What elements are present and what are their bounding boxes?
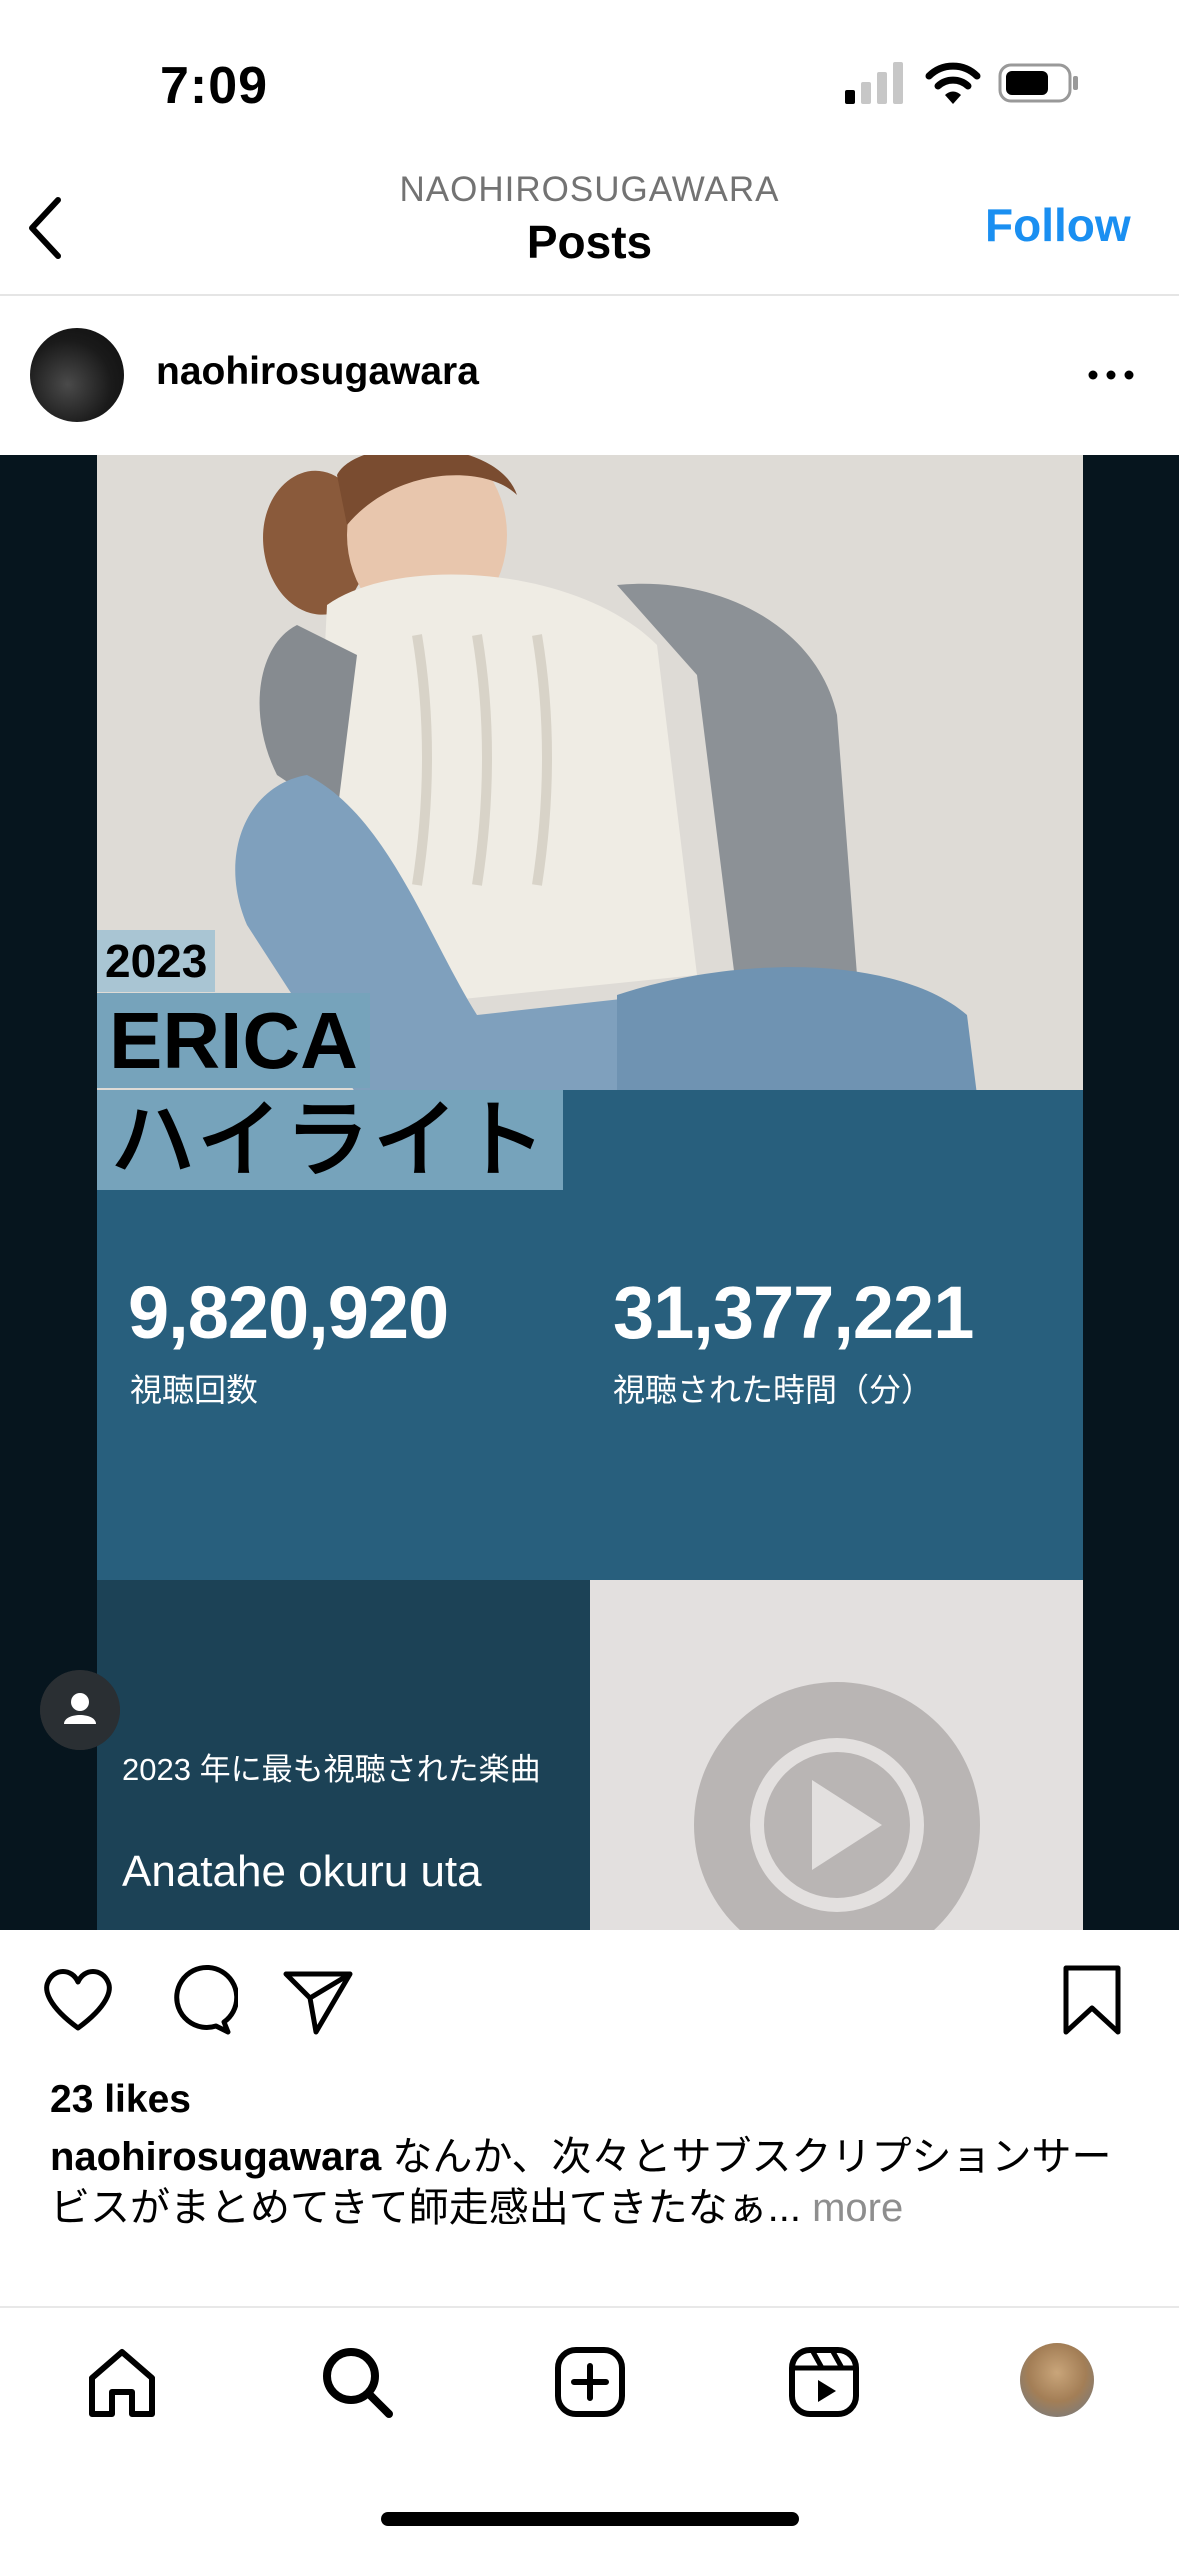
header-divider (0, 294, 1179, 296)
paper-plane-icon[interactable] (278, 1960, 358, 2040)
views-count: 9,820,920 (128, 1271, 449, 1354)
nav-divider (0, 2306, 1179, 2308)
home-icon[interactable] (80, 2340, 164, 2424)
wifi-icon (925, 62, 981, 104)
battery-icon (998, 63, 1078, 103)
caption-more-link[interactable]: more (801, 2186, 903, 2230)
artist-name: ERICA (97, 993, 370, 1088)
profile-avatar[interactable] (1020, 2343, 1094, 2417)
reels-icon[interactable] (782, 2340, 866, 2424)
likes-count[interactable]: 23 likes (50, 2078, 191, 2122)
caption-username[interactable]: naohirosugawara (50, 2135, 381, 2179)
top-song-caption: 2023 年に最も視聴された楽曲 (122, 1752, 541, 1787)
recap-year: 2023 (97, 930, 216, 992)
cellular-signal-icon (845, 62, 903, 104)
views-label: 視聴回数 (130, 1372, 259, 1408)
highlight-title: ハイライト (97, 1090, 564, 1190)
tagged-users-icon[interactable] (40, 1670, 120, 1750)
play-icon (694, 1682, 980, 1930)
more-horizontal-icon[interactable] (1085, 355, 1137, 395)
post-author-avatar[interactable] (30, 328, 124, 422)
post-caption: naohirosugawara なんか、次々とサブスクリプションサービスがまとめ… (50, 2132, 1150, 2234)
post-author-username[interactable]: naohirosugawara (156, 350, 479, 394)
status-time: 7:09 (160, 57, 269, 115)
plus-square-icon[interactable] (548, 2340, 632, 2424)
watch-minutes-label: 視聴された時間（分） (613, 1372, 934, 1408)
watch-minutes-count: 31,377,221 (613, 1271, 974, 1354)
heart-icon[interactable] (38, 1960, 118, 2040)
follow-button[interactable]: Follow (985, 198, 1131, 252)
search-icon[interactable] (315, 2340, 399, 2424)
top-song-name: Anatahe okuru uta (122, 1847, 482, 1896)
home-indicator (381, 2512, 799, 2526)
bookmark-icon[interactable] (1052, 1960, 1132, 2040)
comment-icon[interactable] (158, 1960, 238, 2040)
post-media[interactable]: 2023 ERICA ハイライト 9,820,920 視聴回数 31,377,2… (0, 455, 1179, 1930)
